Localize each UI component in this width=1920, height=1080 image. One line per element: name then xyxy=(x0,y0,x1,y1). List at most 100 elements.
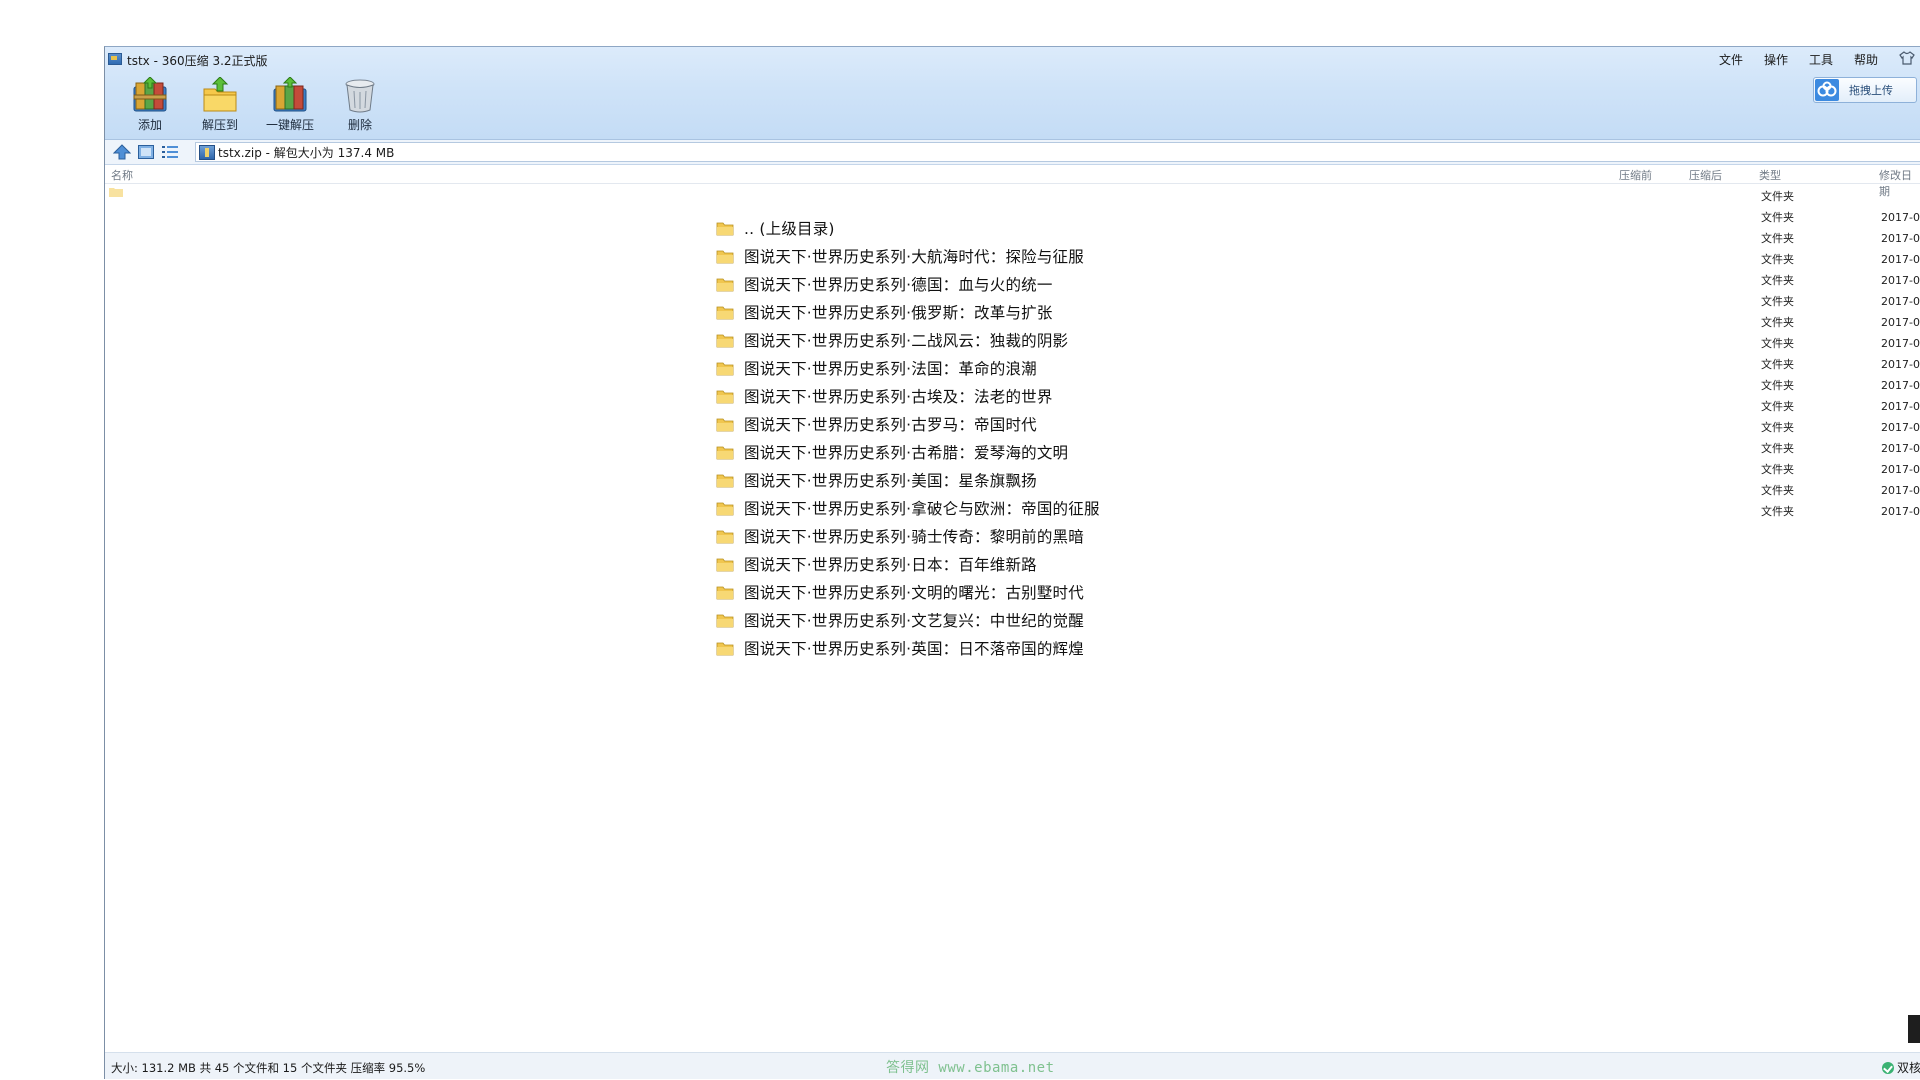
app-icon xyxy=(108,53,122,65)
folder-row[interactable]: 图说天下·世界历史系列·美国：星条旗飘扬 xyxy=(716,466,1100,494)
check-icon xyxy=(1881,1061,1894,1074)
folder-row[interactable]: 图说天下·世界历史系列·英国：日不落帝国的辉煌 xyxy=(716,634,1100,662)
menu-help[interactable]: 帮助 xyxy=(1854,51,1878,68)
folder-row[interactable]: 图说天下·世界历史系列·法国：革命的浪潮 xyxy=(716,354,1100,382)
folder-overlay-list: .. (上级目录) 图说天下·世界历史系列·大航海时代：探险与征服 图说天下·世… xyxy=(716,214,1100,662)
row-date: 2017-0 xyxy=(1881,232,1920,245)
folder-icon xyxy=(716,278,734,292)
row-type: 文件夹 xyxy=(1761,316,1794,329)
list-view-icon[interactable] xyxy=(161,144,179,160)
row-type: 文件夹 xyxy=(1761,484,1794,497)
folder-name: 图说天下·世界历史系列·大航海时代：探险与征服 xyxy=(744,248,1084,266)
column-size-before[interactable]: 压缩前 xyxy=(1619,167,1652,183)
row-type: 文件夹 xyxy=(1761,400,1794,413)
one-click-extract-icon xyxy=(271,76,309,113)
folder-name: 图说天下·世界历史系列·二战风云：独裁的阴影 xyxy=(744,332,1069,350)
row-type: 文件夹 xyxy=(1761,253,1794,266)
folder-row[interactable]: 图说天下·世界历史系列·古罗马：帝国时代 xyxy=(716,410,1100,438)
menu-bar: 文件 操作 工具 帮助 xyxy=(1719,51,1920,68)
trash-icon xyxy=(341,77,379,113)
folder-row[interactable]: 图说天下·世界历史系列·文明的曙光：古别墅时代 xyxy=(716,578,1100,606)
row-type: 文件夹 xyxy=(1761,421,1794,434)
folder-row[interactable]: 图说天下·世界历史系列·德国：血与火的统一 xyxy=(716,270,1100,298)
column-size-after[interactable]: 压缩后 xyxy=(1689,167,1722,183)
folder-name: 图说天下·世界历史系列·古埃及：法老的世界 xyxy=(744,388,1053,406)
cloud-icon xyxy=(1815,79,1839,101)
folder-icon xyxy=(716,474,734,488)
row-type: 文件夹 xyxy=(1761,505,1794,518)
folder-name: 图说天下·世界历史系列·古希腊：爱琴海的文明 xyxy=(744,444,1069,462)
folder-icon xyxy=(716,502,734,516)
dual-core-indicator[interactable]: 双核 xyxy=(1881,1059,1920,1076)
folder-name: 图说天下·世界历史系列·骑士传奇：黎明前的黑暗 xyxy=(744,528,1084,546)
extract-to-icon xyxy=(201,76,239,113)
folder-icon xyxy=(716,362,734,376)
one-click-extract-label: 一键解压 xyxy=(265,118,314,132)
row-type: 文件夹 xyxy=(1761,442,1794,455)
row-type: 文件夹 xyxy=(1761,190,1794,203)
folder-row[interactable]: 图说天下·世界历史系列·文艺复兴：中世纪的觉醒 xyxy=(716,606,1100,634)
folder-row[interactable]: 图说天下·世界历史系列·骑士传奇：黎明前的黑暗 xyxy=(716,522,1100,550)
folder-name: 图说天下·世界历史系列·拿破仑与欧洲：帝国的征服 xyxy=(744,500,1100,518)
folder-name: 图说天下·世界历史系列·俄罗斯：改革与扩张 xyxy=(744,304,1053,322)
row-date: 2017-0 xyxy=(1881,253,1920,266)
modified-column: 2017-0 2017-0 2017-0 2017-0 2017-0 2017-… xyxy=(1881,186,1920,522)
folder-icon xyxy=(716,334,734,348)
shirt-icon[interactable] xyxy=(1899,51,1915,65)
folder-name: 图说天下·世界历史系列·古罗马：帝国时代 xyxy=(744,416,1037,434)
row-date: 2017-0 xyxy=(1881,337,1920,350)
folder-row[interactable]: 图说天下·世界历史系列·古希腊：爱琴海的文明 xyxy=(716,438,1100,466)
folder-name: 图说天下·世界历史系列·德国：血与火的统一 xyxy=(744,276,1053,294)
menu-file[interactable]: 文件 xyxy=(1719,51,1743,68)
menu-operation[interactable]: 操作 xyxy=(1764,51,1788,68)
extract-to-button[interactable]: 解压到 xyxy=(185,76,255,133)
folder-row[interactable]: 图说天下·世界历史系列·拿破仑与欧洲：帝国的征服 xyxy=(716,494,1100,522)
row-type: 文件夹 xyxy=(1761,358,1794,371)
row-date: 2017-0 xyxy=(1881,358,1920,371)
column-name[interactable]: 名称 xyxy=(111,167,133,183)
delete-label: 删除 xyxy=(347,118,372,132)
folder-icon xyxy=(716,586,734,600)
folder-icon xyxy=(716,446,734,460)
folder-icon xyxy=(716,222,734,236)
folder-row[interactable]: 图说天下·世界历史系列·古埃及：法老的世界 xyxy=(716,382,1100,410)
folder-row[interactable]: 图说天下·世界历史系列·大航海时代：探险与征服 xyxy=(716,242,1100,270)
folder-row[interactable]: 图说天下·世界历史系列·二战风云：独裁的阴影 xyxy=(716,326,1100,354)
folder-row-parent[interactable]: .. (上级目录) xyxy=(716,214,1100,242)
scroll-widget xyxy=(1908,1015,1920,1043)
folder-icon xyxy=(716,418,734,432)
row-date: 2017-0 xyxy=(1881,379,1920,392)
row-date: 2017-0 xyxy=(1881,274,1920,287)
folder-icon xyxy=(716,306,734,320)
row-date: 2017-0 xyxy=(1881,463,1920,476)
row-date xyxy=(1881,186,1920,207)
one-click-extract-button[interactable]: 一键解压 xyxy=(255,76,325,133)
row-type: 文件夹 xyxy=(1761,463,1794,476)
folder-name: 图说天下·世界历史系列·日本：百年维新路 xyxy=(744,556,1037,574)
folder-icon xyxy=(716,530,734,544)
large-icon-view-icon[interactable] xyxy=(137,144,155,160)
folder-row[interactable]: 图说天下·世界历史系列·俄罗斯：改革与扩张 xyxy=(716,298,1100,326)
folder-name: 图说天下·世界历史系列·美国：星条旗飘扬 xyxy=(744,472,1037,490)
folder-icon xyxy=(109,188,123,197)
window-chrome: tstx - 360压缩 3.2正式版 文件 操作 工具 帮助 添加 解压到 一… xyxy=(105,47,1920,140)
row-date: 2017-0 xyxy=(1881,400,1920,413)
cloud-upload-label: 拖拽上传 xyxy=(1849,84,1893,97)
row-date: 2017-0 xyxy=(1881,211,1920,224)
path-field[interactable]: tstx.zip - 解包大小为 137.4 MB xyxy=(195,142,1920,162)
window-title: tstx - 360压缩 3.2正式版 xyxy=(127,54,268,68)
folder-row[interactable]: 图说天下·世界历史系列·日本：百年维新路 xyxy=(716,550,1100,578)
menu-tools[interactable]: 工具 xyxy=(1809,51,1833,68)
up-arrow-icon[interactable] xyxy=(112,144,132,160)
folder-name: .. (上级目录) xyxy=(744,220,835,238)
add-label: 添加 xyxy=(137,118,162,132)
row-type: 文件夹 xyxy=(1761,211,1794,224)
path-text: tstx.zip - 解包大小为 137.4 MB xyxy=(218,145,395,160)
add-archive-icon xyxy=(131,76,169,113)
cloud-upload-button[interactable]: 拖拽上传 xyxy=(1813,77,1917,103)
column-type[interactable]: 类型 xyxy=(1759,167,1781,183)
folder-name: 图说天下·世界历史系列·法国：革命的浪潮 xyxy=(744,360,1037,378)
add-button[interactable]: 添加 xyxy=(115,76,185,133)
toolbar: 添加 解压到 一键解压 删除 xyxy=(115,76,395,133)
delete-button[interactable]: 删除 xyxy=(325,77,395,133)
